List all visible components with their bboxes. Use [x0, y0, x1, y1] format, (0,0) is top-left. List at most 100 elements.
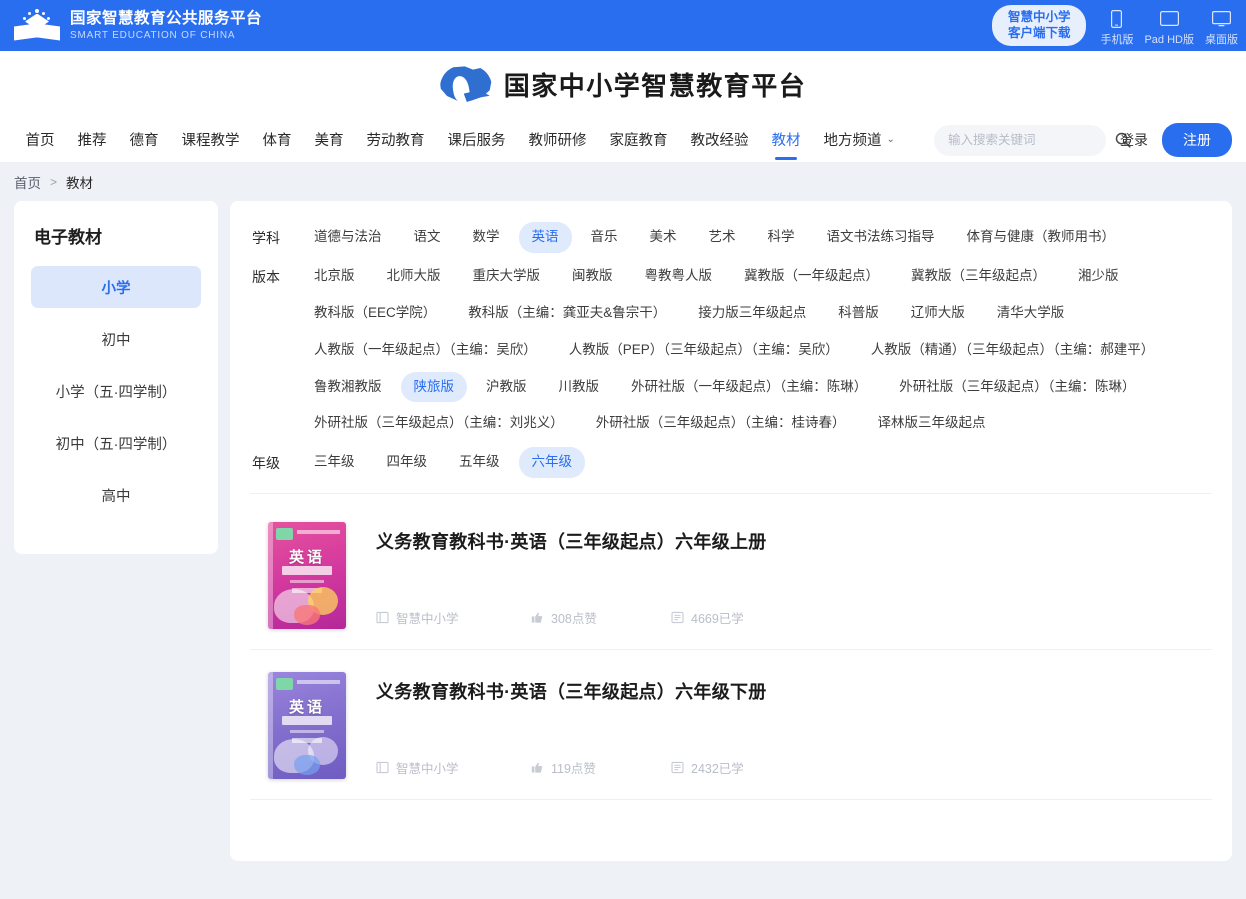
download-line-2: 客户端下载	[1008, 26, 1071, 42]
subject-chip-fine-arts[interactable]: 美术	[637, 222, 690, 253]
version-chip-yilin-grade3[interactable]: 译林版三年级起点	[865, 408, 999, 439]
nav-item-teacher-training[interactable]: 教师研修	[517, 117, 598, 163]
subject-chip-science[interactable]: 科学	[755, 222, 808, 253]
search-input[interactable]	[948, 133, 1109, 147]
version-chip-yuejiao-yueren[interactable]: 粤教粤人版	[632, 261, 726, 292]
subject-chip-english[interactable]: 英语	[519, 222, 572, 253]
grade-chip-3[interactable]: 三年级	[301, 447, 368, 478]
textbook-list: 英语 义务教育教科书·英语（三年级起点）六年级上册	[250, 494, 1212, 800]
version-chip-jijiao-grade3[interactable]: 冀教版（三年级起点）	[898, 261, 1059, 292]
version-chip-chongqing-univ[interactable]: 重庆大学版	[460, 261, 554, 292]
sidebar-item-junior-54[interactable]: 初中（五·四学制）	[31, 422, 201, 464]
nav-item-after-school[interactable]: 课后服务	[436, 117, 517, 163]
platform-logo[interactable]: 国家智慧教育公共服务平台 SMART EDUCATION OF CHINA	[14, 9, 262, 43]
book-publisher: 智慧中小学	[376, 608, 531, 627]
version-chip-waiyanshe-grade3-liuzhaoyi[interactable]: 外研社版（三年级起点）（主编：刘兆义）	[301, 408, 577, 439]
book-meta: 智慧中小学 119点赞 2432已学	[376, 758, 1212, 779]
platform-name-en: SMART EDUCATION OF CHINA	[70, 30, 262, 42]
version-chip-jiaokeban-eec[interactable]: 教科版（EEC学院）	[301, 298, 449, 329]
nav-item-reform-experience[interactable]: 教改经验	[679, 117, 760, 163]
subject-chip-arts[interactable]: 艺术	[696, 222, 749, 253]
book-info: 义务教育教科书·英语（三年级起点）六年级下册 智慧中小学	[376, 672, 1212, 779]
nav-item-local-channel[interactable]: 地方频道 ⌄	[812, 117, 906, 163]
book-cover-thumbnail: 英语	[268, 522, 346, 629]
filter-options-version: 北京版 北师大版 重庆大学版 闽教版 粤教粤人版 冀教版（一年级起点） 冀教版（…	[298, 258, 1212, 442]
subject-chip-math[interactable]: 数学	[460, 222, 513, 253]
likes-label: 119点赞	[551, 758, 596, 777]
desktop-icon	[1205, 8, 1238, 30]
version-chip-bsd[interactable]: 北师大版	[374, 261, 454, 292]
nav-item-recommend[interactable]: 推荐	[66, 117, 118, 163]
nav-item-list: 首页 推荐 德育 课程教学 体育 美育 劳动教育 课后服务 教师研修 家庭教育 …	[14, 117, 906, 163]
version-chip-jijiao-grade1[interactable]: 冀教版（一年级起点）	[731, 261, 892, 292]
nav-label: 体育	[263, 129, 292, 150]
nav-item-textbooks[interactable]: 教材	[760, 117, 812, 163]
nav-label: 教改经验	[691, 129, 749, 150]
book-title[interactable]: 义务教育教科书·英语（三年级起点）六年级下册	[376, 678, 1212, 704]
thumb-up-icon	[531, 611, 544, 624]
subject-chip-morality[interactable]: 道德与法治	[301, 222, 395, 253]
version-chip-shanlv[interactable]: 陕旅版	[401, 372, 468, 403]
device-label-tablet: Pad HD版	[1144, 31, 1194, 47]
version-chip-chuanjiao[interactable]: 川教版	[546, 372, 613, 403]
site-header: 国家中小学智慧教育平台 首页 推荐 德育 课程教学 体育 美育 劳动教育 课后服…	[0, 51, 1246, 163]
nav-item-moral-education[interactable]: 德育	[118, 117, 170, 163]
nav-item-home[interactable]: 首页	[14, 117, 66, 163]
subject-chip-pe-health[interactable]: 体育与健康（教师用书）	[954, 222, 1129, 253]
version-chip-renjiao-jingtong[interactable]: 人教版（精通）（三年级起点）（主编：郝建平）	[858, 335, 1168, 366]
version-chip-hujiao[interactable]: 沪教版	[473, 372, 540, 403]
version-chip-waiyanshe-grade3-chenlin[interactable]: 外研社版（三年级起点）（主编：陈琳）	[886, 372, 1148, 403]
sidebar-item-senior-high[interactable]: 高中	[31, 474, 201, 516]
sidebar-title: 电子教材	[31, 223, 201, 248]
book-meta: 智慧中小学 308点赞 4669已学	[376, 608, 1212, 629]
textbook-row[interactable]: 英语 义务教育教科书·英语（三年级起点）六年级上册	[250, 500, 1212, 650]
client-download-button[interactable]: 智慧中小学 客户端下载	[992, 5, 1087, 46]
mobile-icon	[1100, 8, 1133, 30]
grade-chip-5[interactable]: 五年级	[446, 447, 513, 478]
subject-chip-music[interactable]: 音乐	[578, 222, 631, 253]
book-learners: 2432已学	[671, 758, 744, 777]
nav-item-labor-education[interactable]: 劳动教育	[355, 117, 436, 163]
breadcrumb-home[interactable]: 首页	[14, 172, 41, 192]
sidebar-item-primary-school[interactable]: 小学	[31, 266, 201, 308]
version-chip-beijing[interactable]: 北京版	[301, 261, 368, 292]
subject-chip-calligraphy[interactable]: 语文书法练习指导	[814, 222, 948, 253]
device-link-tablet[interactable]: Pad HD版	[1144, 8, 1194, 47]
textbook-row[interactable]: 英语 义务教育教科书·英语（三年级起点）六年级下册	[250, 650, 1212, 800]
publisher-label: 智慧中小学	[396, 608, 459, 627]
nav-item-aesthetics[interactable]: 美育	[303, 117, 355, 163]
nav-item-family-education[interactable]: 家庭教育	[598, 117, 679, 163]
version-chip-kepu[interactable]: 科普版	[825, 298, 892, 329]
version-chip-renjiao-grade1[interactable]: 人教版（一年级起点）（主编：吴欣）	[301, 335, 550, 366]
nav-item-sports[interactable]: 体育	[251, 117, 303, 163]
version-chip-waiyanshe-grade3-guishichun[interactable]: 外研社版（三年级起点）（主编：桂诗春）	[583, 408, 859, 439]
cloud-logo-icon	[440, 64, 492, 104]
login-button[interactable]: 登录	[1120, 130, 1148, 150]
version-chip-jieli-grade3[interactable]: 接力版三年级起点	[685, 298, 819, 329]
nav-label: 首页	[26, 129, 55, 150]
nav-item-curriculum[interactable]: 课程教学	[170, 117, 251, 163]
version-chip-waiyanshe-grade1-chenlin[interactable]: 外研社版（一年级起点）（主编：陈琳）	[618, 372, 880, 403]
device-link-desktop[interactable]: 桌面版	[1205, 8, 1238, 47]
version-chip-lujiao-xiangjiao[interactable]: 鲁教湘教版	[301, 372, 395, 403]
version-chip-jiaokeban-gongyafu[interactable]: 教科版（主编：龚亚夫&鲁宗干）	[455, 298, 679, 329]
nav-label: 教材	[772, 129, 801, 150]
search-box[interactable]	[934, 125, 1106, 156]
sidebar-item-primary-54[interactable]: 小学（五·四学制）	[31, 370, 201, 412]
register-button[interactable]: 注册	[1162, 123, 1232, 157]
version-chip-renjiao-pep[interactable]: 人教版（PEP）（三年级起点）（主编：吴欣）	[556, 335, 852, 366]
likes-label: 308点赞	[551, 608, 597, 627]
sidebar-item-junior-high[interactable]: 初中	[31, 318, 201, 360]
version-chip-xiangshao[interactable]: 湘少版	[1065, 261, 1132, 292]
study-icon	[671, 611, 684, 624]
grade-chip-4[interactable]: 四年级	[374, 447, 441, 478]
version-chip-liaoshida[interactable]: 辽师大版	[898, 298, 978, 329]
grade-chip-6[interactable]: 六年级	[519, 447, 586, 478]
book-title[interactable]: 义务教育教科书·英语（三年级起点）六年级上册	[376, 528, 1212, 554]
filter-group-subject: 学科 道德与法治 语文 数学 英语 音乐 美术 艺术 科学 语文书法练习指导 体…	[250, 219, 1212, 256]
version-chip-tsinghua[interactable]: 清华大学版	[984, 298, 1078, 329]
subject-chip-chinese[interactable]: 语文	[401, 222, 454, 253]
version-chip-minjiao[interactable]: 闽教版	[559, 261, 626, 292]
brand-row[interactable]: 国家中小学智慧教育平台	[0, 51, 1246, 117]
device-link-mobile[interactable]: 手机版	[1100, 8, 1133, 47]
